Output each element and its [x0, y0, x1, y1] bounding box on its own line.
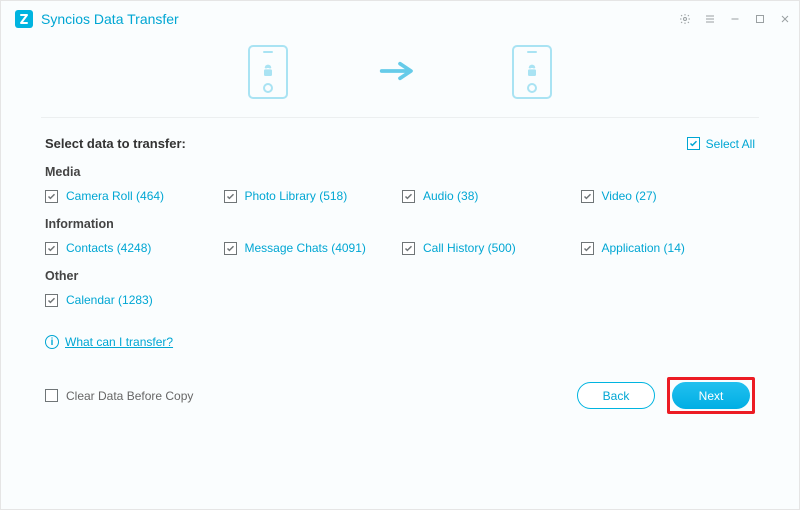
- item-label: Contacts (4248): [66, 241, 151, 255]
- item-label: Audio (38): [423, 189, 478, 203]
- settings-icon[interactable]: [679, 13, 691, 25]
- next-button[interactable]: Next: [672, 382, 750, 409]
- menu-icon[interactable]: [704, 13, 716, 25]
- other-grid: Calendar (1283): [45, 293, 755, 307]
- item-camera-roll[interactable]: Camera Roll (464): [45, 189, 220, 203]
- item-label: Application (14): [602, 241, 685, 255]
- source-device-icon: [248, 45, 288, 99]
- checkbox-icon: [45, 242, 58, 255]
- back-button[interactable]: Back: [577, 382, 655, 409]
- item-contacts[interactable]: Contacts (4248): [45, 241, 220, 255]
- select-heading: Select data to transfer:: [45, 136, 186, 151]
- item-label: Calendar (1283): [66, 293, 153, 307]
- item-label: Call History (500): [423, 241, 516, 255]
- titlebar: Syncios Data Transfer: [1, 1, 799, 37]
- checkbox-icon: [402, 190, 415, 203]
- checkbox-icon: [687, 137, 700, 150]
- item-calendar[interactable]: Calendar (1283): [45, 293, 220, 307]
- item-video[interactable]: Video (27): [581, 189, 756, 203]
- button-group: Back Next: [577, 377, 755, 414]
- content: Select data to transfer: Select All Medi…: [1, 118, 799, 307]
- item-photo-library[interactable]: Photo Library (518): [224, 189, 399, 203]
- select-all-label: Select All: [706, 137, 755, 151]
- media-grid: Camera Roll (464) Photo Library (518) Au…: [45, 189, 755, 203]
- item-label: Photo Library (518): [245, 189, 348, 203]
- minimize-icon[interactable]: [729, 13, 741, 25]
- checkbox-icon: [581, 190, 594, 203]
- item-label: Camera Roll (464): [66, 189, 164, 203]
- checkbox-icon: [224, 190, 237, 203]
- transfer-arrow-icon: [378, 59, 422, 86]
- section-title-information: Information: [45, 217, 755, 231]
- device-row: [1, 37, 799, 117]
- clear-data-checkbox[interactable]: Clear Data Before Copy: [45, 389, 193, 403]
- section-title-other: Other: [45, 269, 755, 283]
- app-logo-icon: [15, 10, 33, 28]
- help-link[interactable]: What can I transfer?: [65, 335, 173, 349]
- help-row: i What can I transfer?: [1, 307, 799, 349]
- item-call-history[interactable]: Call History (500): [402, 241, 577, 255]
- select-all-checkbox[interactable]: Select All: [687, 137, 755, 151]
- target-device-icon: [512, 45, 552, 99]
- window-controls: [679, 13, 791, 25]
- info-icon: i: [45, 335, 59, 349]
- item-label: Video (27): [602, 189, 657, 203]
- item-message-chats[interactable]: Message Chats (4091): [224, 241, 399, 255]
- footer: Clear Data Before Copy Back Next: [1, 359, 799, 432]
- checkbox-icon: [45, 389, 58, 402]
- checkbox-icon: [402, 242, 415, 255]
- item-audio[interactable]: Audio (38): [402, 189, 577, 203]
- close-icon[interactable]: [779, 13, 791, 25]
- checkbox-icon: [224, 242, 237, 255]
- maximize-icon[interactable]: [754, 13, 766, 25]
- item-application[interactable]: Application (14): [581, 241, 756, 255]
- clear-data-label: Clear Data Before Copy: [66, 389, 193, 403]
- next-highlight: Next: [667, 377, 755, 414]
- checkbox-icon: [45, 190, 58, 203]
- section-title-media: Media: [45, 165, 755, 179]
- information-grid: Contacts (4248) Message Chats (4091) Cal…: [45, 241, 755, 255]
- item-label: Message Chats (4091): [245, 241, 366, 255]
- app-title: Syncios Data Transfer: [41, 11, 179, 27]
- checkbox-icon: [581, 242, 594, 255]
- checkbox-icon: [45, 294, 58, 307]
